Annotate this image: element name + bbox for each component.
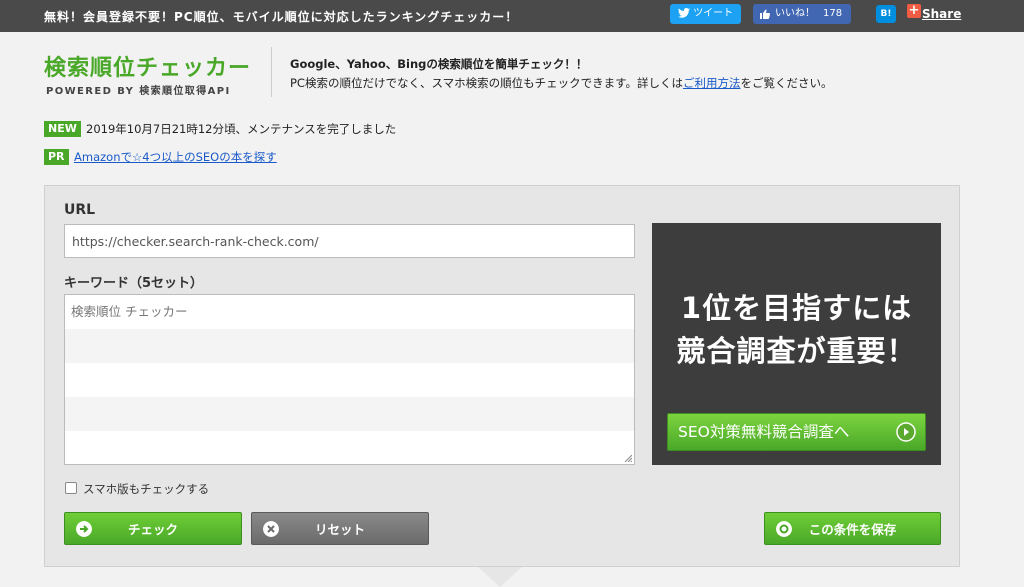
facebook-like-button[interactable]: いいね！ 178 — [753, 4, 851, 24]
pr-badge: PR — [44, 149, 69, 165]
save-circle-icon — [776, 521, 792, 537]
close-circle-icon — [263, 521, 279, 537]
top-bar: 無料！会員登録不要！PC順位、モバイル順位に対応したランキングチェッカー！ ツイ… — [0, 0, 1024, 32]
save-conditions-button[interactable]: この条件を保存 — [764, 512, 941, 545]
share-link[interactable]: Share — [922, 7, 961, 21]
check-button-label: チェック — [127, 522, 178, 537]
tweet-button[interactable]: ツイート — [670, 4, 741, 24]
ad-headline-2: 競合調査が重要！ — [676, 334, 917, 368]
header-divider — [271, 47, 272, 97]
seo-research-button-label: SEO対策無料競合調査へ — [678, 423, 850, 441]
like-label: いいね！ — [775, 8, 815, 19]
keyword-row-3[interactable] — [65, 363, 634, 397]
panel-arrow — [478, 567, 522, 587]
maintenance-notice: 2019年10月7日21時12分頃、メンテナンスを完了しました — [86, 122, 397, 136]
tagline: 無料！会員登録不要！PC順位、モバイル順位に対応したランキングチェッカー！ — [44, 10, 519, 24]
site-logo-subtitle: POWERED BY 検索順位取得API — [46, 86, 231, 97]
reset-button-label: リセット — [314, 522, 365, 537]
seo-research-button[interactable]: SEO対策無料競合調査へ — [667, 413, 926, 451]
site-logo-title[interactable]: 検索順位チェッカー — [44, 50, 251, 82]
mobile-check-label[interactable]: スマホ版もチェックする — [83, 481, 209, 497]
ad-headline-1: 1位を目指すには — [680, 291, 913, 325]
reset-button[interactable]: リセット — [251, 512, 429, 545]
like-count: 178 — [823, 8, 843, 19]
plus-icon[interactable]: + — [907, 4, 921, 18]
keyword-row-5[interactable] — [65, 431, 634, 464]
resize-grip-icon[interactable] — [624, 454, 632, 462]
keyword-label: キーワード（5セット） — [64, 276, 204, 291]
thumbs-up-icon — [760, 9, 771, 19]
play-circle-icon — [896, 422, 916, 442]
hatena-bookmark-button[interactable]: B! — [876, 5, 896, 23]
arrow-right-circle-icon — [76, 521, 92, 537]
description-text-pre: PC検索の順位だけでなく、スマホ検索の順位もチェックできます。詳しくは — [290, 76, 683, 90]
description-text-post: をご覧ください。 — [740, 76, 833, 90]
description-line-2: PC検索の順位だけでなく、スマホ検索の順位もチェックできます。詳しくはご利用方法… — [290, 75, 832, 91]
keyword-row-1[interactable]: 検索順位 チェッカー — [65, 295, 634, 329]
competitor-research-ad[interactable]: 1位を目指すには 競合調査が重要！ SEO対策無料競合調査へ — [652, 223, 941, 465]
new-badge: NEW — [44, 121, 81, 137]
mobile-checkbox[interactable] — [65, 482, 77, 494]
usage-guide-link[interactable]: ご利用方法 — [683, 76, 741, 90]
url-input[interactable] — [64, 224, 635, 258]
amazon-seo-books-link[interactable]: Amazonで☆4つ以上のSEOの本を探す — [74, 149, 277, 165]
description-line-1: Google、Yahoo、Bingの検索順位を簡単チェック！！ — [290, 57, 588, 71]
url-label: URL — [64, 202, 96, 218]
check-button[interactable]: チェック — [64, 512, 242, 545]
keyword-textarea[interactable]: 検索順位 チェッカー — [64, 294, 635, 465]
keyword-row-2[interactable] — [65, 329, 634, 363]
save-button-label: この条件を保存 — [808, 522, 897, 537]
twitter-bird-icon — [677, 8, 690, 18]
tweet-label: ツイート — [693, 8, 734, 19]
keyword-row-4[interactable] — [65, 397, 634, 431]
